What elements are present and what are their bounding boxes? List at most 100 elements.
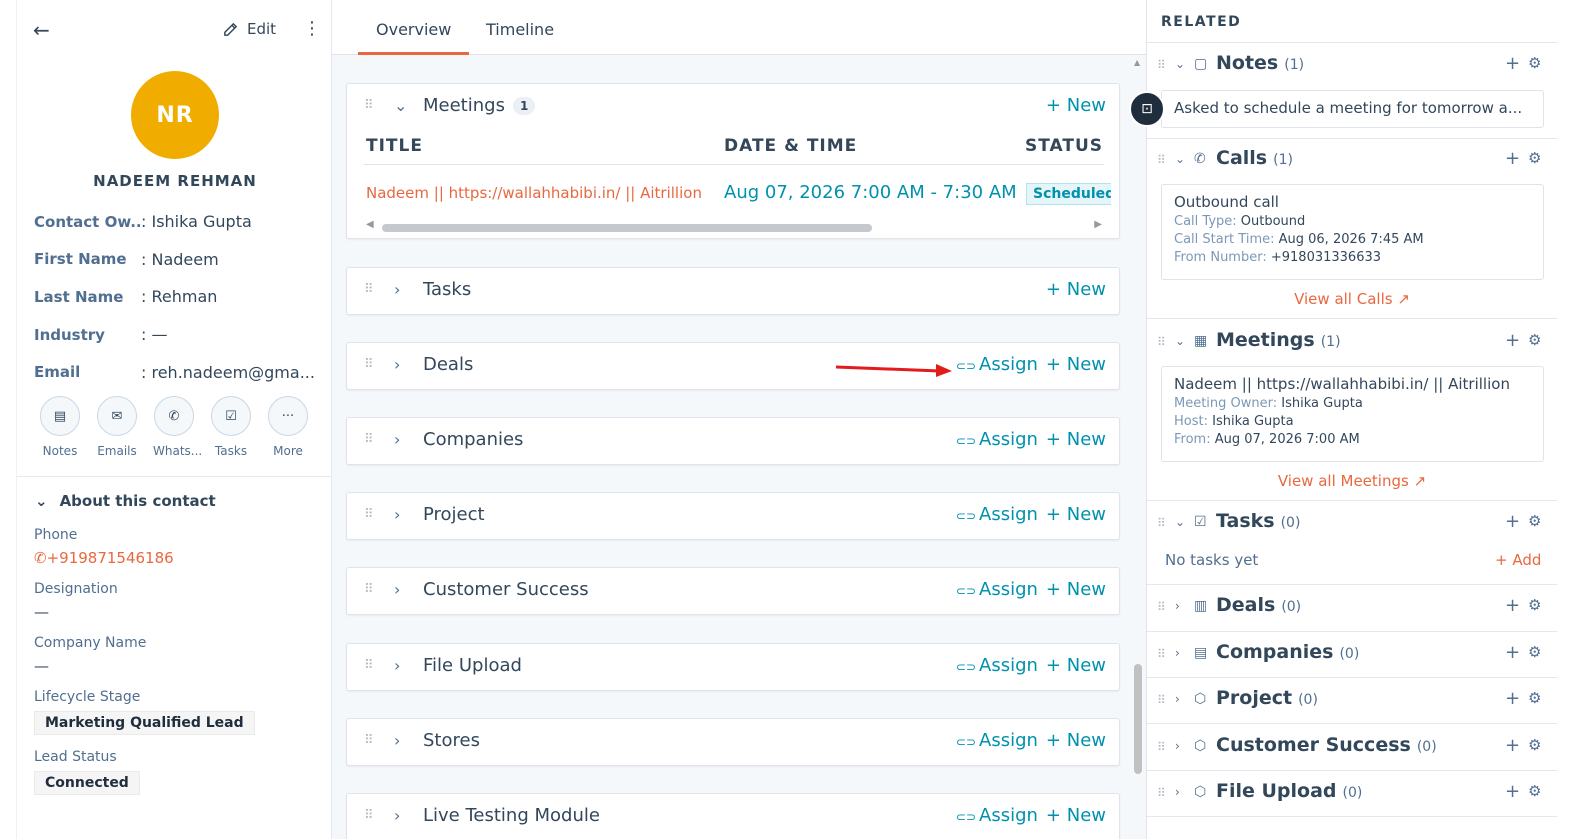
drag-handle-icon[interactable]: ⠿: [364, 357, 373, 372]
tab-overview[interactable]: Overview: [376, 20, 451, 39]
chevron-down-icon[interactable]: ⌄: [1175, 515, 1185, 529]
scroll-left-icon[interactable]: ◀: [366, 219, 374, 230]
call-card[interactable]: Outbound call Call Type: Outbound Call S…: [1161, 184, 1544, 280]
column-header[interactable]: STATUS: [1025, 136, 1103, 156]
scroll-up-icon[interactable]: ▲: [1134, 58, 1140, 67]
lead-status-tag[interactable]: Connected: [34, 771, 140, 795]
new-meeting-button[interactable]: + New: [1046, 95, 1106, 116]
chevron-down-icon[interactable]: ⌄: [394, 96, 407, 115]
tab-timeline[interactable]: Timeline: [486, 20, 554, 39]
vertical-scrollbar[interactable]: [1134, 664, 1142, 774]
assign-button[interactable]: ⊂⊃ Assign: [956, 429, 1038, 450]
meeting-title-link[interactable]: Nadeem || https://wallahhabibi.in/ || Ai…: [366, 184, 702, 202]
gear-icon[interactable]: ⚙: [1528, 736, 1541, 754]
chevron-down-icon[interactable]: ⌄: [1175, 334, 1185, 348]
chevron-right-icon[interactable]: ›: [1175, 785, 1180, 799]
calls-section-header[interactable]: ⠿ ⌄ ✆ Calls (1) + ⚙: [1147, 147, 1557, 177]
new-button[interactable]: + New: [1046, 655, 1106, 676]
add-icon[interactable]: +: [1505, 735, 1520, 756]
drag-handle-icon[interactable]: ⠿: [1157, 600, 1166, 614]
more-action-button[interactable]: ··· More: [267, 396, 309, 458]
scroll-right-icon[interactable]: ▶: [1094, 219, 1102, 230]
property-value[interactable]: : Ishika Gupta: [141, 212, 324, 231]
property-value[interactable]: : Rehman: [141, 287, 324, 306]
drag-handle-icon[interactable]: ⠿: [1157, 516, 1166, 530]
view-all-meetings-link[interactable]: View all Meetings ↗: [1147, 472, 1557, 490]
chevron-right-icon[interactable]: ›: [394, 505, 400, 524]
note-preview[interactable]: Asked to schedule a meeting for tomorrow…: [1161, 90, 1544, 128]
assign-button[interactable]: ⊂⊃ Assign: [956, 730, 1038, 751]
column-header[interactable]: TITLE: [366, 136, 423, 156]
add-icon[interactable]: +: [1505, 511, 1520, 532]
drag-handle-icon[interactable]: ⠿: [364, 507, 373, 522]
chevron-right-icon[interactable]: ›: [394, 280, 400, 299]
chevron-right-icon[interactable]: ›: [394, 430, 400, 449]
add-icon[interactable]: +: [1505, 642, 1520, 663]
deals-section-header[interactable]: ⠿ › ▥ Deals (0) + ⚙: [1147, 594, 1557, 624]
drag-handle-icon[interactable]: ⠿: [1157, 153, 1166, 167]
edit-button[interactable]: Edit: [222, 20, 276, 38]
new-task-button[interactable]: + New: [1046, 279, 1106, 300]
drag-handle-icon[interactable]: ⠿: [364, 808, 373, 823]
assign-button[interactable]: ⊂⊃ Assign: [956, 579, 1038, 600]
chevron-right-icon[interactable]: ›: [1175, 739, 1180, 753]
chevron-right-icon[interactable]: ›: [394, 580, 400, 599]
add-icon[interactable]: +: [1505, 688, 1520, 709]
chevron-right-icon[interactable]: ›: [394, 656, 400, 675]
meetings-section-header[interactable]: ⠿ ⌄ ▦ Meetings (1) + ⚙: [1147, 329, 1557, 359]
more-options-icon[interactable]: ⋮: [303, 18, 321, 39]
new-button[interactable]: + New: [1046, 429, 1106, 450]
assign-button[interactable]: ⊂⊃ Assign: [956, 504, 1038, 525]
gear-icon[interactable]: ⚙: [1528, 512, 1541, 530]
new-button[interactable]: + New: [1046, 354, 1106, 375]
drag-handle-icon[interactable]: ⠿: [364, 98, 373, 113]
panel-toggle-icon[interactable]: ⊡: [1129, 91, 1165, 127]
gear-icon[interactable]: ⚙: [1528, 331, 1541, 349]
chevron-right-icon[interactable]: ›: [1175, 692, 1180, 706]
drag-handle-icon[interactable]: ⠿: [1157, 647, 1166, 661]
file-upload-section-header[interactable]: ⠿ › ⬡ File Upload (0) + ⚙: [1147, 780, 1557, 810]
gear-icon[interactable]: ⚙: [1528, 689, 1541, 707]
drag-handle-icon[interactable]: ⠿: [1157, 58, 1166, 72]
add-icon[interactable]: +: [1505, 595, 1520, 616]
chevron-down-icon[interactable]: ⌄: [1175, 57, 1185, 71]
property-value[interactable]: : Nadeem: [141, 250, 324, 269]
back-arrow-icon[interactable]: ←: [33, 18, 50, 42]
chevron-right-icon[interactable]: ›: [394, 731, 400, 750]
drag-handle-icon[interactable]: ⠿: [1157, 335, 1166, 349]
customer-success-section-header[interactable]: ⠿ › ⬡ Customer Success (0) + ⚙: [1147, 734, 1557, 764]
gear-icon[interactable]: ⚙: [1528, 782, 1541, 800]
tasks-section-header[interactable]: ⠿ ⌄ ☑ Tasks (0) + ⚙: [1147, 510, 1557, 540]
company-value[interactable]: —: [34, 657, 324, 675]
lifecycle-stage-tag[interactable]: Marketing Qualified Lead: [34, 711, 255, 735]
add-icon[interactable]: +: [1505, 53, 1520, 74]
drag-handle-icon[interactable]: ⠿: [364, 282, 373, 297]
drag-handle-icon[interactable]: ⠿: [1157, 740, 1166, 754]
emails-action-button[interactable]: ✉ Emails: [96, 396, 138, 458]
scroll-thumb[interactable]: [382, 224, 872, 232]
view-all-calls-link[interactable]: View all Calls ↗: [1147, 290, 1557, 308]
gear-icon[interactable]: ⚙: [1528, 54, 1541, 72]
property-value[interactable]: : —: [141, 325, 324, 344]
designation-value[interactable]: —: [34, 603, 324, 621]
assign-button[interactable]: ⊂⊃ Assign: [956, 805, 1038, 826]
add-icon[interactable]: +: [1505, 148, 1520, 169]
new-button[interactable]: + New: [1046, 805, 1106, 826]
drag-handle-icon[interactable]: ⠿: [364, 658, 373, 673]
chevron-right-icon[interactable]: ›: [394, 806, 400, 825]
add-icon[interactable]: +: [1505, 330, 1520, 351]
chevron-right-icon[interactable]: ›: [1175, 646, 1180, 660]
new-button[interactable]: + New: [1046, 730, 1106, 751]
add-icon[interactable]: +: [1505, 781, 1520, 802]
project-section-header[interactable]: ⠿ › ⬡ Project (0) + ⚙: [1147, 687, 1557, 717]
chevron-right-icon[interactable]: ›: [1175, 599, 1180, 613]
drag-handle-icon[interactable]: ⠿: [364, 733, 373, 748]
chevron-right-icon[interactable]: ›: [394, 355, 400, 374]
notes-section-header[interactable]: ⠿ ⌄ ▢ Notes (1) + ⚙: [1147, 52, 1557, 82]
companies-section-header[interactable]: ⠿ › ▤ Companies (0) + ⚙: [1147, 641, 1557, 671]
gear-icon[interactable]: ⚙: [1528, 643, 1541, 661]
meeting-card[interactable]: Nadeem || https://wallahhabibi.in/ || Ai…: [1161, 366, 1544, 462]
whatsapp-action-button[interactable]: ✆ Whats...: [153, 396, 202, 458]
drag-handle-icon[interactable]: ⠿: [364, 582, 373, 597]
property-value[interactable]: : reh.nadeem@gma...: [141, 363, 324, 382]
